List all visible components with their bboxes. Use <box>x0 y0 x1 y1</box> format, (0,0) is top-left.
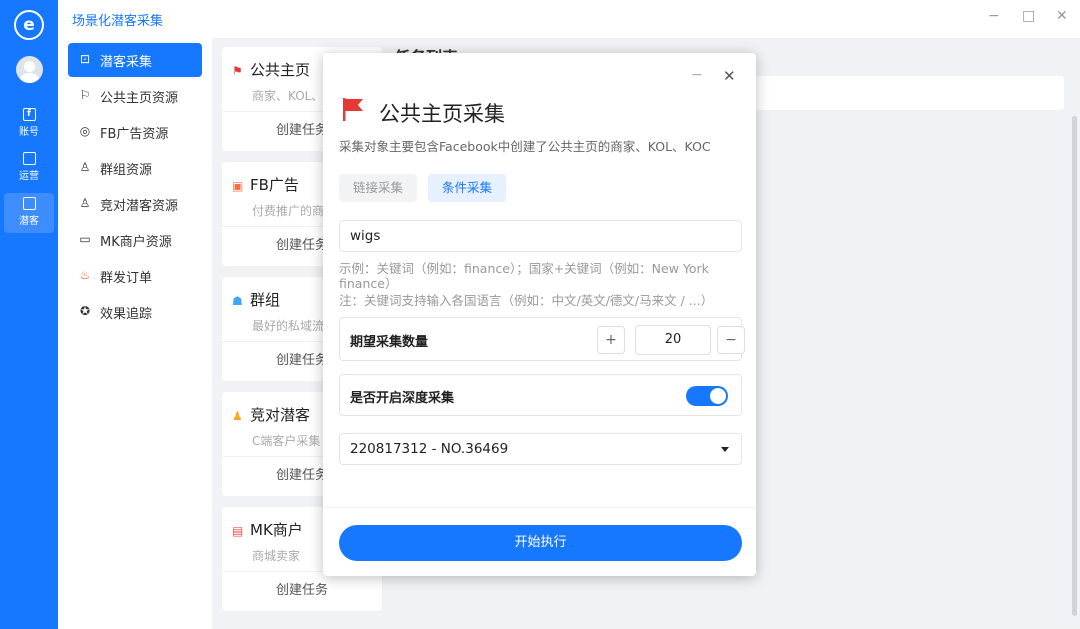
deep-collect-label: 是否开启深度采集 <box>350 387 454 406</box>
sidebar-item-groups[interactable]: ♙ 群组资源 <box>68 151 202 185</box>
rail-item-operation[interactable]: 运营 <box>4 148 54 188</box>
sidebar-item-label: FB广告资源 <box>100 123 168 142</box>
sidebar-item-label: MK商户资源 <box>100 231 172 250</box>
red-flag-icon <box>341 97 365 121</box>
card-title: 竞对潜客 <box>250 406 310 424</box>
people-icon: ☗ <box>232 294 246 308</box>
user-icon: ♙ <box>78 196 92 210</box>
app-title: 场景化潜客采集 <box>72 10 163 29</box>
sidebar-item-bulk-orders[interactable]: ♨ 群发订单 <box>68 259 202 293</box>
quantity-increase-button[interactable]: + <box>597 326 625 354</box>
shop-icon: ▤ <box>232 524 246 538</box>
calendar-icon <box>23 152 36 165</box>
deep-collect-row: 是否开启深度采集 <box>339 374 742 416</box>
app-logo-icon: e <box>14 10 44 40</box>
keyword-hint-note: 注：关键词支持输入各国语言（例如：中文/英文/德文/马来文 / ...） <box>339 293 739 308</box>
avatar[interactable] <box>16 56 43 83</box>
dialog-minimize-button[interactable]: − <box>691 67 703 83</box>
quantity-value[interactable]: 20 <box>635 325 711 355</box>
folder-icon <box>23 197 36 210</box>
red-flag-icon: ⚑ <box>232 64 246 78</box>
dialog-footer-divider <box>323 507 756 508</box>
ad-icon: ◎ <box>78 124 92 138</box>
sidebar-item-label: 公共主页资源 <box>100 87 178 106</box>
scrollbar[interactable] <box>1072 116 1077 616</box>
window-minimize-button[interactable]: − <box>988 8 1000 24</box>
facebook-icon: f <box>23 108 36 121</box>
keyword-hint-example: 示例：关键词（例如：finance）；国家+关键词（例如：New York fi… <box>339 261 739 291</box>
fire-icon: ♨ <box>78 268 92 282</box>
title-bar: 场景化潜客采集 − □ ✕ <box>58 0 1080 38</box>
tab-condition-collection[interactable]: 条件采集 <box>428 174 506 202</box>
store-icon: ▭ <box>78 232 92 246</box>
card-title: 群组 <box>250 291 280 309</box>
sidebar-item-public-pages[interactable]: ⚐ 公共主页资源 <box>68 79 202 113</box>
create-task-button[interactable]: 创建任务 <box>222 571 382 611</box>
start-execution-button[interactable]: 开始执行 <box>339 525 742 561</box>
keyword-input[interactable] <box>339 220 742 252</box>
window-close-button[interactable]: ✕ <box>1056 8 1068 24</box>
scan-icon: ⊡ <box>78 52 92 66</box>
sidebar: ⊡ 潜客采集 ⚐ 公共主页资源 ◎ FB广告资源 ♙ 群组资源 ♙ 竞对潜客资源… <box>58 38 212 629</box>
sidebar-item-label: 群发订单 <box>100 267 152 286</box>
rail-item-account[interactable]: f 账号 <box>4 104 54 144</box>
flag-icon: ⚐ <box>78 88 92 102</box>
dialog-title: 公共主页采集 <box>379 98 505 128</box>
rail-item-label: 运营 <box>19 171 39 182</box>
sidebar-item-competitor-leads[interactable]: ♙ 竞对潜客资源 <box>68 187 202 221</box>
dialog-close-button[interactable]: ✕ <box>723 67 736 85</box>
sidebar-item-fb-ads[interactable]: ◎ FB广告资源 <box>68 115 202 149</box>
sidebar-item-label: 潜客采集 <box>100 51 152 70</box>
card-title: MK商户 <box>250 521 303 539</box>
chevron-down-icon <box>721 447 729 452</box>
card-title: 公共主页 <box>250 61 310 79</box>
quantity-row: 期望采集数量 + 20 − <box>339 317 742 361</box>
account-select[interactable]: 220817312 - NO.36469 <box>339 433 742 465</box>
account-select-value: 220817312 - NO.36469 <box>350 441 508 457</box>
dialog-description: 采集对象主要包含Facebook中创建了公共主页的商家、KOL、KOC <box>339 136 711 155</box>
sidebar-item-label: 竞对潜客资源 <box>100 195 178 214</box>
public-page-collection-dialog: − ✕ 公共主页采集 采集对象主要包含Facebook中创建了公共主页的商家、K… <box>323 53 756 576</box>
sidebar-item-tracking[interactable]: ✪ 效果追踪 <box>68 295 202 329</box>
ad-badge-icon: ▣ <box>232 179 246 193</box>
rail-item-leads[interactable]: 潜客 <box>4 193 54 233</box>
left-rail: e f 账号 运营 潜客 <box>0 0 58 629</box>
sidebar-item-label: 效果追踪 <box>100 303 152 322</box>
tab-link-collection[interactable]: 链接采集 <box>339 174 417 202</box>
card-title: FB广告 <box>250 176 299 194</box>
window-maximize-button[interactable]: □ <box>1022 8 1035 24</box>
person-icon: ♟ <box>232 409 246 423</box>
rail-item-label: 账号 <box>19 127 39 138</box>
sidebar-item-lead-collection[interactable]: ⊡ 潜客采集 <box>68 43 202 77</box>
sidebar-item-label: 群组资源 <box>100 159 152 178</box>
sidebar-item-mk-merchants[interactable]: ▭ MK商户资源 <box>68 223 202 257</box>
tracking-icon: ✪ <box>78 304 92 318</box>
rail-item-label: 潜客 <box>19 216 39 227</box>
group-icon: ♙ <box>78 160 92 174</box>
deep-collect-toggle[interactable] <box>686 386 728 406</box>
quantity-label: 期望采集数量 <box>350 331 428 350</box>
quantity-decrease-button[interactable]: − <box>717 326 745 354</box>
